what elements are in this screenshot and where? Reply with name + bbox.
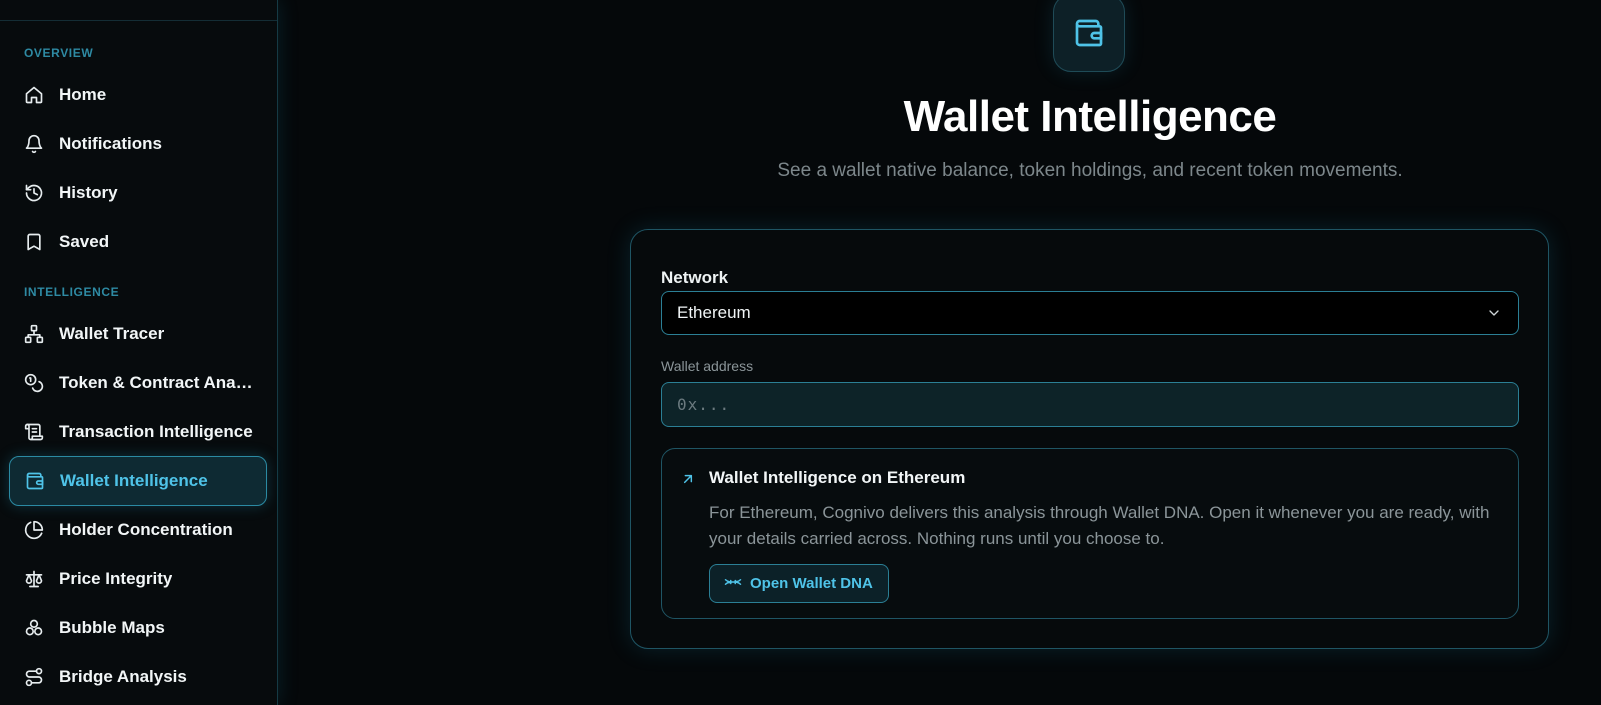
sidebar-item-label: History	[59, 183, 118, 202]
sidebar-item-label: Wallet Tracer	[59, 324, 165, 343]
wallet-address-label: Wallet address	[661, 358, 754, 374]
network-select[interactable]: Ethereum	[661, 291, 1519, 335]
sidebar-divider	[0, 20, 277, 21]
sidebar-item-label: Transaction Intelligence	[59, 422, 253, 441]
sidebar-item-label: Notifications	[59, 134, 162, 153]
sidebar-item-label: Saved	[59, 232, 110, 251]
network-notice: Wallet Intelligence on Ethereum For Ethe…	[661, 448, 1519, 619]
wallet-icon	[25, 471, 45, 491]
bubbles-icon	[24, 618, 44, 638]
sidebar-item-label: Price Integrity	[59, 569, 173, 588]
open-wallet-dna-label: Open Wallet DNA	[750, 575, 873, 592]
sidebar-item-holder-concentration[interactable]: Holder Concentration	[9, 505, 267, 555]
home-icon	[24, 85, 44, 105]
sidebar-item-bubble-maps[interactable]: Bubble Maps	[9, 603, 267, 653]
scroll-icon	[24, 422, 44, 442]
sidebar-item-wallet-intelligence[interactable]: Wallet Intelligence	[9, 456, 267, 506]
sidebar-item-saved[interactable]: Saved	[9, 217, 267, 267]
pie-chart-icon	[24, 520, 44, 540]
scale-icon	[24, 569, 44, 589]
page-title: Wallet Intelligence	[903, 92, 1277, 141]
sidebar-item-label: Token & Contract Analysis	[59, 373, 255, 392]
arrow-up-right-icon	[680, 471, 696, 492]
sidebar-item-history[interactable]: History	[9, 168, 267, 218]
coins-icon	[24, 373, 44, 393]
sidebar-item-transaction-intelligence[interactable]: Transaction Intelligence	[9, 407, 267, 457]
network-label: Network	[661, 268, 729, 287]
sidebar-item-label: Bubble Maps	[59, 618, 165, 637]
open-wallet-dna-button[interactable]: Open Wallet DNA	[709, 564, 889, 603]
sidebar: OVERVIEW Home Notifications History Save…	[0, 0, 278, 705]
notice-body: For Ethereum, Cognivo delivers this anal…	[709, 503, 1490, 548]
chevron-down-icon	[1486, 305, 1502, 326]
sidebar-item-notifications[interactable]: Notifications	[9, 119, 267, 169]
notice-title: Wallet Intelligence on Ethereum	[709, 468, 966, 487]
dna-icon	[724, 573, 742, 595]
sidebar-item-wallet-tracer[interactable]: Wallet Tracer	[9, 309, 267, 359]
sidebar-item-price-integrity[interactable]: Price Integrity	[9, 554, 267, 604]
bridge-route-icon	[24, 667, 44, 687]
page-subtitle: See a wallet native balance, token holdi…	[777, 160, 1403, 181]
sidebar-item-bridge-analysis[interactable]: Bridge Analysis	[9, 652, 267, 702]
sidebar-item-label: Wallet Intelligence	[60, 471, 208, 490]
wallet-intelligence-card: Network Ethereum Wallet address Wallet I…	[630, 229, 1549, 649]
bell-icon	[24, 134, 44, 154]
network-tree-icon	[24, 324, 44, 344]
sidebar-item-label: Home	[59, 85, 107, 104]
bookmark-icon	[24, 232, 44, 252]
sidebar-item-home[interactable]: Home	[9, 70, 267, 120]
section-label-overview: OVERVIEW	[24, 46, 94, 60]
history-icon	[24, 183, 44, 203]
wallet-address-input[interactable]	[661, 382, 1519, 427]
sidebar-item-label: Bridge Analysis	[59, 667, 187, 686]
sidebar-item-token-contract-analysis[interactable]: Token & Contract Analysis	[9, 358, 267, 408]
sidebar-item-label: Holder Concentration	[59, 520, 233, 539]
section-label-intelligence: INTELLIGENCE	[24, 285, 120, 299]
wallet-icon	[1053, 0, 1125, 72]
network-select-value: Ethereum	[677, 303, 751, 322]
